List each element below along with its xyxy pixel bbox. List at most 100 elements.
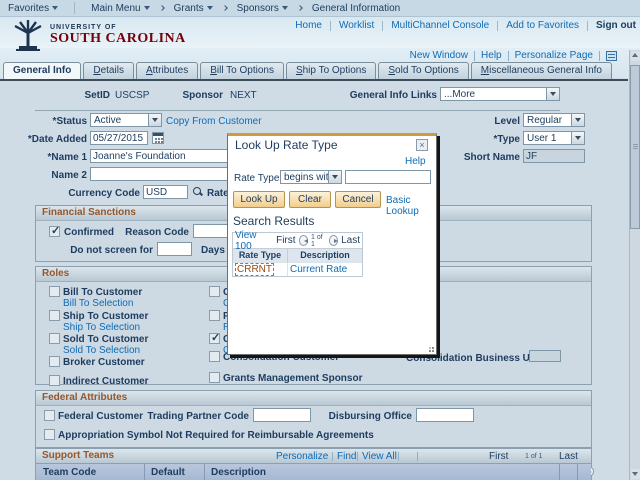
clear-button[interactable]: Clear <box>289 191 331 208</box>
prev-page-icon[interactable] <box>298 235 309 246</box>
ship-to-selection-link[interactable]: Ship To Selection <box>63 322 140 333</box>
nav-worklist-link[interactable]: Worklist <box>339 20 374 31</box>
find-link[interactable]: Find <box>337 451 356 462</box>
sold-to-customer-checkbox[interactable] <box>49 333 60 344</box>
next-page-icon[interactable] <box>328 235 339 246</box>
operator-select[interactable]: begins with <box>280 170 342 184</box>
consolidation-business-unit-input <box>529 350 561 362</box>
ship-to-customer-checkbox[interactable] <box>49 310 60 321</box>
rate-type-search-input[interactable] <box>345 170 431 184</box>
support-teams-column-header-row: Team Code Default Description <box>36 463 591 480</box>
chevron-down-icon <box>281 5 288 13</box>
breadcrumb-grants[interactable]: Grants <box>174 3 213 14</box>
level-select[interactable]: Regular <box>523 113 585 127</box>
search-results-heading: Search Results <box>233 214 315 228</box>
grants-management-sponsor-label: Grants Management Sponsor <box>223 373 363 384</box>
dropdown-arrow-icon[interactable] <box>571 132 584 144</box>
role-checkbox[interactable] <box>209 310 220 321</box>
scroll-down-arrow-icon[interactable] <box>631 469 640 479</box>
general-info-links-select[interactable]: ...More <box>440 87 560 101</box>
personalize-layout-icon[interactable] <box>606 50 617 61</box>
lookup-icon[interactable] <box>192 186 204 198</box>
tab-details[interactable]: Details <box>83 62 134 79</box>
sold-to-selection-link[interactable]: Sold To Selection <box>63 345 140 356</box>
grid-header-row: Rate Type Description <box>233 248 362 262</box>
role-checkbox[interactable] <box>209 286 220 297</box>
cancel-button[interactable]: Cancel <box>335 191 381 208</box>
peoplesoft-sponsor-general-information-page: Favorites Main Menu Grants Sponsors Gene… <box>0 0 640 480</box>
rate-type-result-link[interactable]: CRRNT <box>235 263 274 276</box>
currency-code-input[interactable]: USD <box>143 185 188 199</box>
dropdown-arrow-icon[interactable] <box>546 88 559 100</box>
basic-lookup-link[interactable]: Basic Lookup <box>386 195 436 217</box>
consolidation-customer-checkbox[interactable] <box>209 351 220 362</box>
breadcrumb-separator-icon <box>221 5 228 11</box>
tab-miscellaneous-general-info[interactable]: Miscellaneous General Info <box>470 62 612 79</box>
close-icon[interactable]: × <box>416 139 428 151</box>
trading-partner-code-input[interactable] <box>253 408 311 422</box>
indirect-customer-checkbox[interactable] <box>49 375 60 386</box>
tab-bill-to-options[interactable]: Bill To Options <box>200 62 284 79</box>
pager-first-label[interactable]: First <box>489 451 508 462</box>
status-select[interactable]: Active <box>90 113 162 127</box>
appropriation-symbol-checkbox[interactable] <box>44 429 55 440</box>
type-select[interactable]: User 1 <box>523 131 585 145</box>
federal-attributes-header: Federal Attributes <box>36 391 591 406</box>
bill-to-selection-link[interactable]: Bill To Selection <box>63 298 133 309</box>
breadcrumb-divider <box>74 2 76 14</box>
copy-from-customer-link[interactable]: Copy From Customer <box>166 116 262 127</box>
tab-ship-to-options[interactable]: Ship To Options <box>285 62 377 79</box>
date-added-input[interactable]: 05/27/2015 <box>90 131 148 145</box>
tab-attributes[interactable]: Attributes <box>135 62 199 79</box>
view-all-link[interactable]: View All <box>362 451 397 462</box>
look-up-button[interactable]: Look Up <box>233 191 285 208</box>
federal-customer-checkbox[interactable] <box>44 410 55 421</box>
tab-sold-to-options[interactable]: Sold To Options <box>378 62 469 79</box>
vertical-scrollbar[interactable] <box>629 50 640 480</box>
nav-home-link[interactable]: Home <box>295 20 322 31</box>
nav-add-to-favorites-link[interactable]: Add to Favorites <box>506 20 579 31</box>
scrollbar-thumb[interactable] <box>630 65 640 229</box>
nav-multichannel-console-link[interactable]: MultiChannel Console <box>391 20 489 31</box>
do-not-screen-input[interactable] <box>157 242 192 256</box>
breadcrumb: Favorites Main Menu Grants Sponsors Gene… <box>0 0 640 17</box>
bill-to-customer-checkbox[interactable] <box>49 286 60 297</box>
dialog-help-link[interactable]: Help <box>405 156 426 167</box>
reason-code-label: Reason Code <box>125 227 189 238</box>
currency-code-label: Currency Code <box>68 188 140 199</box>
role-checkbox-checked[interactable] <box>209 331 220 344</box>
sign-out-link[interactable]: Sign out <box>596 20 636 31</box>
short-name-input: JF <box>523 149 585 163</box>
dropdown-arrow-icon[interactable] <box>148 114 161 126</box>
breadcrumb-main-menu[interactable]: Main Menu <box>91 3 150 14</box>
confirmed-checkbox[interactable] <box>49 224 60 237</box>
utility-links: New Window Help Personalize Page <box>410 50 617 61</box>
personalize-link[interactable]: Personalize <box>276 451 328 462</box>
ship-to-customer-label: Ship To Customer <box>63 311 149 322</box>
new-window-link[interactable]: New Window <box>410 50 468 61</box>
column-default: Default <box>151 467 185 478</box>
pager-last-label[interactable]: Last <box>341 235 360 246</box>
column-team-code: Team Code <box>43 467 97 478</box>
scroll-up-arrow-icon[interactable] <box>631 51 640 61</box>
broker-customer-checkbox[interactable] <box>49 356 60 367</box>
breadcrumb-favorites[interactable]: Favorites <box>8 3 59 14</box>
pager-first-label[interactable]: First <box>276 235 295 246</box>
personalize-page-link[interactable]: Personalize Page <box>515 50 593 61</box>
dropdown-arrow-icon[interactable] <box>571 114 584 126</box>
setid-label: SetID <box>84 90 110 101</box>
federal-customer-label: Federal Customer <box>58 411 144 422</box>
appropriation-symbol-label: Appropriation Symbol Not Required for Re… <box>58 430 374 441</box>
calendar-icon[interactable] <box>152 132 164 144</box>
tab-general-info[interactable]: General Info <box>3 62 82 79</box>
dropdown-arrow-icon[interactable] <box>328 171 341 183</box>
resize-grip-icon[interactable] <box>427 345 434 352</box>
broker-customer-label: Broker Customer <box>63 357 145 368</box>
breadcrumb-sponsors[interactable]: Sponsors <box>237 3 288 14</box>
pager-last-label[interactable]: Last <box>559 451 578 462</box>
grants-management-sponsor-checkbox[interactable] <box>209 372 220 383</box>
disbursing-office-label: Disbursing Office <box>328 411 412 422</box>
description-result-link[interactable]: Current Rate <box>290 264 347 275</box>
help-link[interactable]: Help <box>481 50 502 61</box>
disbursing-office-input[interactable] <box>416 408 474 422</box>
